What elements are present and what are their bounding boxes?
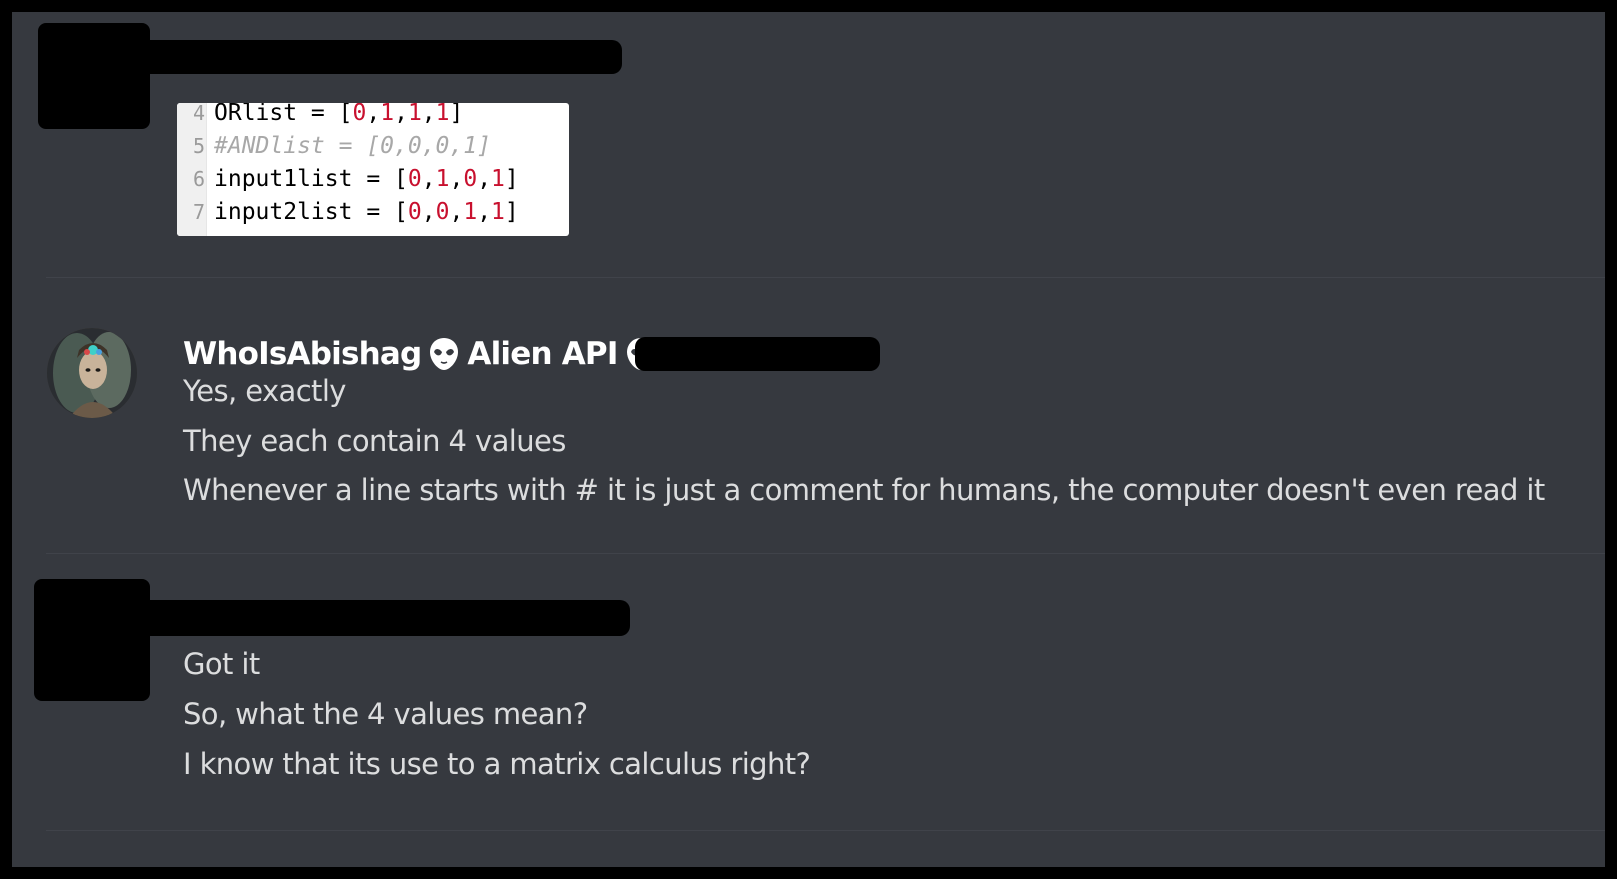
code-line: 4 ORlist = [0,1,1,1] [177,103,569,129]
code-text: ORlist = [0,1,1,1] [214,103,463,129]
avatar[interactable] [47,328,137,418]
code-text: input1list = [0,1,0,1] [214,166,519,192]
message-header: WhoIsAbishag Alien API [183,332,656,376]
code-number: 1 [463,199,478,225]
code-number: 1 [491,199,505,225]
message-text: I know that its use to a matrix calculus… [183,747,811,781]
redacted-timestamp [635,337,880,371]
line-number: 5 [192,134,205,158]
code-number: 1 [380,103,395,126]
message-divider [46,830,1605,831]
username[interactable]: WhoIsAbishag [183,336,422,372]
code-number: 0 [463,166,478,192]
chat-window: 4 ORlist = [0,1,1,1] 5 #ANDlist = [0,0,0… [12,12,1605,867]
code-number: 1 [435,103,450,126]
code-line: 7 input2list = [0,0,1,1] [177,196,569,228]
code-number: 1 [407,103,422,126]
code-number: 0 [352,103,367,126]
alien-icon [430,338,459,370]
code-line: 5 #ANDlist = [0,0,0,1] [177,130,569,162]
message-text: So, what the 4 values mean? [183,697,588,731]
code-number: 1 [491,166,505,192]
code-screenshot[interactable]: 4 ORlist = [0,1,1,1] 5 #ANDlist = [0,0,0… [177,103,569,236]
code-number: 0 [407,199,422,225]
code-text: input2list = [0,0,1,1] [214,199,519,225]
code-number: 0 [435,199,450,225]
role-label: Alien API [467,336,618,372]
redacted-avatar [34,579,150,701]
redacted-username [140,40,622,74]
avatar-portrait-icon [47,328,137,418]
message-text: Yes, exactly [183,374,346,408]
message-text: They each contain 4 values [183,424,566,458]
line-number: 4 [192,103,205,125]
message-divider [46,277,1605,278]
code-number: 0 [407,166,422,192]
code-line: 6 input1list = [0,1,0,1] [177,163,569,195]
message-text: Got it [183,647,260,681]
line-number: 6 [192,167,205,191]
message-text: Whenever a line starts with # it is just… [183,473,1545,507]
line-number: 7 [192,200,205,224]
message-divider [46,553,1605,554]
redacted-username [140,600,630,636]
redacted-avatar [38,23,150,129]
code-number: 1 [435,166,450,192]
code-text: #ANDlist = [0,0,0,1] [214,133,491,159]
